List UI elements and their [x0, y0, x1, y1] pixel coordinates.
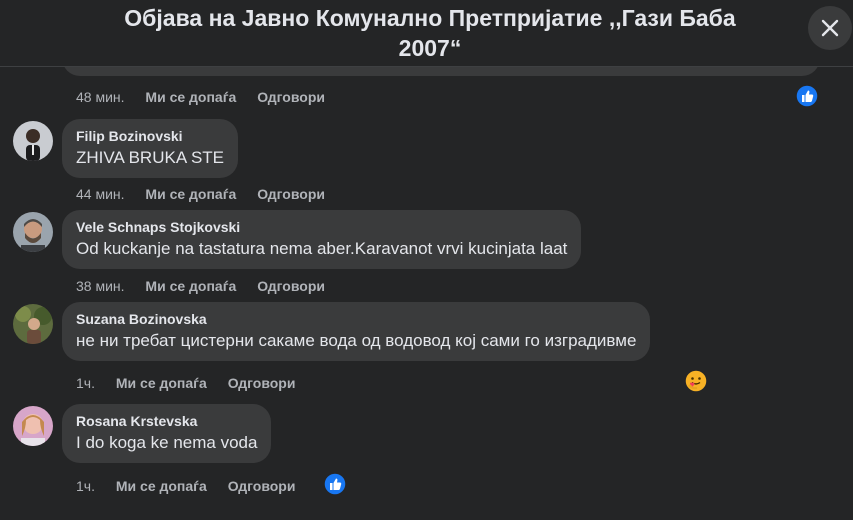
- comment-author[interactable]: Vele Schnaps Stojkovski: [76, 218, 567, 236]
- comment-actions: 44 мин. Ми се допаѓа Одговори: [76, 185, 342, 203]
- comment-bubble: Vele Schnaps Stojkovski Od kuckanje na t…: [62, 210, 582, 269]
- page-title: Објава на Јавно Комунално Претпријатие ,…: [80, 3, 780, 63]
- reply-link[interactable]: Одговори: [257, 186, 325, 202]
- avatar[interactable]: [13, 121, 53, 161]
- like-link[interactable]: Ми се допаѓа: [145, 278, 236, 294]
- comment-time[interactable]: 1ч.: [76, 375, 95, 391]
- avatar[interactable]: [13, 406, 53, 446]
- title-line-2: 2007“: [398, 35, 462, 61]
- like-link[interactable]: Ми се допаѓа: [145, 186, 236, 202]
- care-icon[interactable]: [684, 369, 708, 393]
- close-button[interactable]: [808, 6, 852, 50]
- like-icon[interactable]: [795, 84, 819, 108]
- like-link[interactable]: Ми се допаѓа: [116, 375, 207, 391]
- comment-text: не ни требат цистерни сакаме вода од вод…: [76, 331, 637, 350]
- reply-link[interactable]: Одговори: [228, 375, 296, 391]
- comment-time[interactable]: 44 мин.: [76, 186, 125, 202]
- dialog-header: Објава на Јавно Комунално Претпријатие ,…: [0, 0, 853, 67]
- avatar-image: [13, 304, 53, 344]
- comment-time[interactable]: 38 мин.: [76, 278, 125, 294]
- avatar-image: [13, 212, 53, 252]
- comment-actions: 38 мин. Ми се допаѓа Одговори: [76, 277, 342, 295]
- comment-time[interactable]: 1ч.: [76, 478, 95, 494]
- avatar-image: [13, 121, 53, 161]
- reply-link[interactable]: Одговори: [228, 478, 296, 494]
- like-link[interactable]: Ми се допаѓа: [116, 478, 207, 494]
- avatar[interactable]: [13, 304, 53, 344]
- reply-link[interactable]: Одговори: [257, 278, 325, 294]
- comment-bubble: Rosana Krstevska I do koga ke nema voda: [62, 404, 272, 463]
- comment-actions: 1ч. Ми се допаѓа Одговори: [76, 477, 312, 495]
- comment-bubble: Filip Bozinovski ZHIVA BRUKA STE: [62, 119, 239, 178]
- comment-text: Od kuckanje na tastatura nema aber.Karav…: [76, 239, 568, 258]
- comment-actions: 1ч. Ми се допаѓа Одговори: [76, 374, 312, 392]
- comment-actions: 48 мин. Ми се допаѓа Одговори: [76, 88, 342, 106]
- comment-author[interactable]: Rosana Krstevska: [76, 412, 257, 430]
- close-icon: [821, 19, 839, 37]
- comment-text: ZHIVA BRUKA STE: [76, 148, 225, 167]
- comment-time[interactable]: 48 мин.: [76, 89, 125, 105]
- comment-text: I do koga ke nema voda: [76, 433, 258, 452]
- comment-author[interactable]: Filip Bozinovski: [76, 127, 224, 145]
- comment-author[interactable]: Suzana Bozinovska: [76, 310, 636, 328]
- avatar[interactable]: [13, 212, 53, 252]
- like-link[interactable]: Ми се допаѓа: [145, 89, 236, 105]
- comment-bubble: Suzana Bozinovska не ни требат цистерни …: [62, 302, 651, 361]
- like-icon[interactable]: [323, 472, 347, 496]
- avatar-image: [13, 406, 53, 446]
- title-line-1: Објава на Јавно Комунално Претпријатие ,…: [124, 5, 736, 31]
- reply-link[interactable]: Одговори: [257, 89, 325, 105]
